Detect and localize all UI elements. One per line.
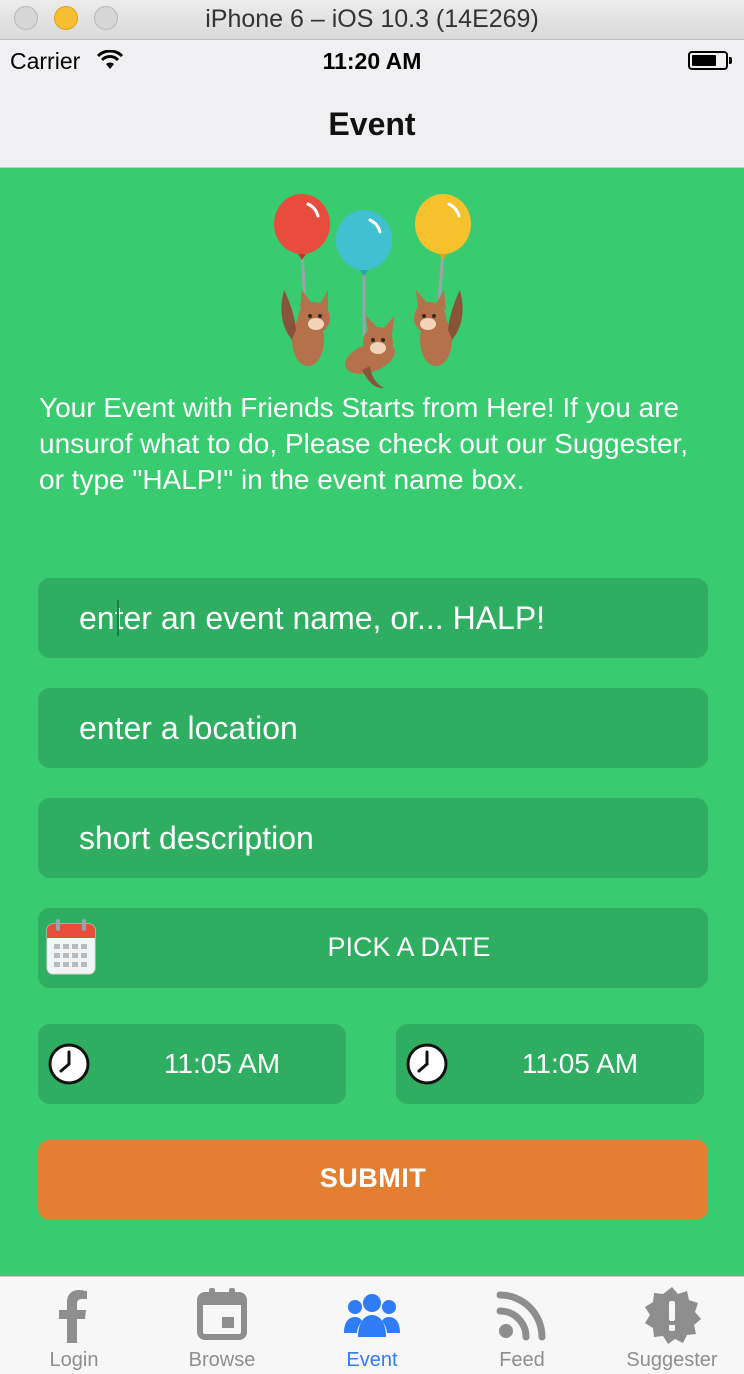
- intro-text: Your Event with Friends Starts from Here…: [39, 392, 689, 495]
- alert-badge-icon: [645, 1287, 701, 1344]
- status-time: 11:20 AM: [322, 48, 422, 74]
- tab-suggester[interactable]: Suggester: [598, 1277, 744, 1374]
- navigation-bar: Event: [0, 84, 744, 168]
- location-field-container: [38, 688, 708, 768]
- end-time-label: 11:05 AM: [521, 1048, 639, 1079]
- simulator-title: iPhone 6 – iOS 10.3 (14E269): [205, 5, 539, 33]
- page-title: Event: [328, 106, 416, 142]
- status-bar: Carrier 11:20 AM: [0, 40, 744, 84]
- description-field-container: [38, 798, 708, 878]
- tab-feed-label: Feed: [499, 1349, 545, 1371]
- rss-icon: [496, 1291, 546, 1341]
- tab-browse[interactable]: Browse: [148, 1277, 296, 1374]
- pick-date-label: PICK A DATE: [327, 932, 491, 962]
- tab-suggester-label: Suggester: [626, 1349, 718, 1371]
- start-time-button[interactable]: 11:05 AM: [38, 1024, 346, 1104]
- event-name-field-container: [38, 578, 708, 658]
- tab-login[interactable]: Login: [0, 1277, 148, 1374]
- clock-icon: [406, 1043, 448, 1085]
- simulator-title-bar: iPhone 6 – iOS 10.3 (14E269): [0, 0, 744, 40]
- pick-date-button[interactable]: PICK A DATE: [38, 908, 708, 988]
- tab-login-label: Login: [49, 1349, 99, 1371]
- event-name-input[interactable]: [38, 578, 708, 658]
- tab-feed[interactable]: Feed: [448, 1277, 596, 1374]
- battery-icon: [688, 51, 732, 70]
- location-input[interactable]: [38, 688, 708, 768]
- text-cursor: [117, 600, 119, 636]
- balloon-cats-illustration: [274, 194, 471, 389]
- end-time-button[interactable]: 11:05 AM: [396, 1024, 704, 1104]
- tab-event[interactable]: Event: [298, 1277, 446, 1374]
- submit-button[interactable]: SUBMIT: [38, 1140, 708, 1220]
- clock-icon: [48, 1043, 90, 1085]
- tab-event-label: Event: [346, 1349, 398, 1371]
- event-form-screen: Your Event with Friends Starts from Here…: [0, 168, 744, 1276]
- facebook-icon: [59, 1290, 87, 1343]
- description-input[interactable]: [38, 798, 708, 878]
- tab-bar: Login Browse Event Feed Suggester: [0, 1276, 744, 1374]
- start-time-label: 11:05 AM: [163, 1048, 281, 1079]
- tab-browse-label: Browse: [188, 1349, 256, 1371]
- submit-label: SUBMIT: [319, 1163, 427, 1193]
- calendar-icon: [197, 1288, 247, 1340]
- group-icon: [344, 1294, 400, 1337]
